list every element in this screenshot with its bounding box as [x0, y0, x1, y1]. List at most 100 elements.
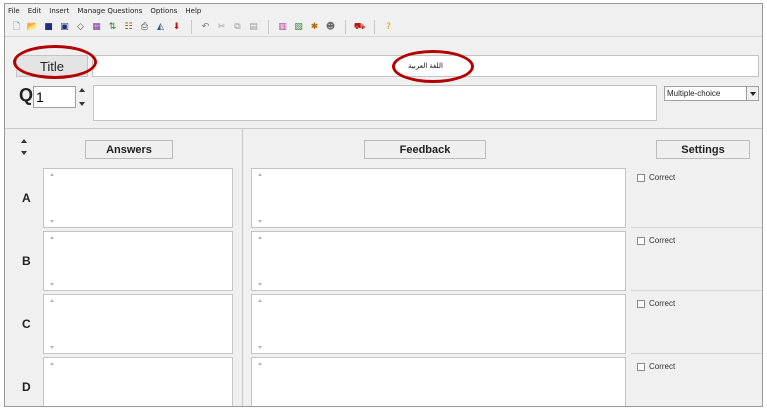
scroll-up-icon[interactable]	[50, 236, 54, 239]
answers-header: Answers	[85, 140, 173, 159]
menu-options[interactable]: Options	[150, 4, 177, 18]
settings-cell: Correct	[631, 231, 762, 291]
scroll-up-icon[interactable]	[258, 236, 262, 239]
scroll-up-icon[interactable]	[50, 362, 54, 365]
save-icon[interactable]: ■	[43, 22, 54, 33]
settings-cell: Correct	[631, 168, 762, 228]
dropdown-toggle[interactable]	[746, 87, 758, 100]
question-text-field[interactable]	[93, 85, 657, 121]
correct-label: Correct	[649, 362, 676, 371]
new-icon[interactable]: 🗋	[11, 22, 22, 33]
paste-icon[interactable]: ▤	[248, 22, 259, 33]
feedback-scrollbar[interactable]	[257, 236, 263, 286]
feedback-header: Feedback	[364, 140, 486, 159]
correct-option[interactable]: Correct	[637, 299, 675, 308]
app-window: File Edit Insert Manage Questions Option…	[4, 3, 763, 407]
feedback-scrollbar[interactable]	[257, 173, 263, 223]
question-number-spinner[interactable]	[77, 88, 86, 106]
spin-up-icon[interactable]	[78, 88, 85, 92]
correct-checkbox[interactable]	[637, 173, 645, 182]
grid-icon[interactable]: ▦	[91, 22, 102, 33]
answer-scrollbar[interactable]	[49, 299, 55, 349]
chevron-down-icon	[749, 91, 756, 96]
feedback-text-field[interactable]	[251, 231, 626, 291]
answer-letter: C	[22, 317, 31, 331]
settings-header: Settings	[656, 140, 750, 159]
scroll-up-icon[interactable]	[50, 299, 54, 302]
print-icon[interactable]: ⎙	[139, 22, 150, 33]
scroll-up-icon[interactable]	[50, 173, 54, 176]
open-icon[interactable]: 📂	[27, 22, 38, 33]
toolbar-separator	[191, 20, 192, 34]
menu-file[interactable]: File	[8, 4, 20, 18]
copy-icon[interactable]: ⧉	[232, 22, 243, 33]
scroll-up-icon[interactable]	[258, 362, 262, 365]
answer-text-field[interactable]	[43, 357, 233, 406]
move-down-icon[interactable]	[20, 151, 27, 155]
import-icon[interactable]: ▧	[293, 22, 304, 33]
question-type-value: Multiple-choice	[667, 89, 721, 98]
menu-manage-questions[interactable]: Manage Questions	[77, 4, 142, 18]
correct-checkbox[interactable]	[637, 236, 645, 245]
numbering-icon[interactable]: ☷	[123, 22, 134, 33]
answer-scrollbar[interactable]	[49, 173, 55, 223]
feedback-text-field[interactable]	[251, 357, 626, 406]
scroll-down-icon[interactable]	[258, 283, 262, 286]
menu-edit[interactable]: Edit	[28, 4, 42, 18]
publish-icon[interactable]: ⛟	[354, 22, 365, 33]
cut-icon[interactable]: ✂	[216, 22, 227, 33]
scroll-up-icon[interactable]	[258, 173, 262, 176]
question-type-select[interactable]: Multiple-choice	[664, 86, 759, 101]
sort-icon[interactable]: ⇅	[107, 22, 118, 33]
answer-text-field[interactable]	[43, 294, 233, 354]
correct-checkbox[interactable]	[637, 299, 645, 308]
scroll-down-icon[interactable]	[258, 220, 262, 223]
answer-scrollbar[interactable]	[49, 362, 55, 406]
question-number-field[interactable]: 1	[33, 86, 76, 108]
menu-insert[interactable]: Insert	[49, 4, 69, 18]
scroll-up-icon[interactable]	[258, 299, 262, 302]
feedback-scrollbar[interactable]	[257, 362, 263, 406]
menu-bar: File Edit Insert Manage Questions Option…	[5, 4, 762, 18]
correct-label: Correct	[649, 299, 676, 308]
feedback-text-field[interactable]	[251, 168, 626, 228]
correct-label: Correct	[649, 173, 676, 182]
toolbar-separator	[345, 20, 346, 34]
spin-down-icon[interactable]	[78, 102, 85, 106]
feedback-text-field[interactable]	[251, 294, 626, 354]
correct-label: Correct	[649, 236, 676, 245]
flow-icon[interactable]: ✱	[309, 22, 320, 33]
user-icon[interactable]: ☻	[325, 22, 336, 33]
scroll-down-icon[interactable]	[258, 346, 262, 349]
question-label: Q	[19, 85, 34, 105]
correct-option[interactable]: Correct	[637, 173, 675, 182]
help-icon[interactable]: ?	[383, 22, 394, 33]
export-icon[interactable]: ◭	[155, 22, 166, 33]
scroll-down-icon[interactable]	[50, 220, 54, 223]
menu-help[interactable]: Help	[185, 4, 201, 18]
scroll-down-icon[interactable]	[50, 283, 54, 286]
undo-icon[interactable]: ↶	[200, 22, 211, 33]
answer-text-field[interactable]	[43, 231, 233, 291]
answer-scrollbar[interactable]	[49, 236, 55, 286]
toolbar: 🗋 📂 ■ ▣ ◇ ▦ ⇅ ☷ ⎙ ◭ ⬇ ↶ ✂ ⧉ ▤ ▥ ▧ ✱ ☻ ⛟?	[5, 18, 762, 37]
answer-letter: D	[22, 380, 31, 394]
reorder-answers-spinner[interactable]	[19, 139, 28, 155]
download-icon[interactable]: ⬇	[171, 22, 182, 33]
move-up-icon[interactable]	[20, 139, 27, 143]
settings-cell: Correct	[631, 357, 762, 406]
correct-option[interactable]: Correct	[637, 236, 675, 245]
title-input[interactable]: اللغة العربية	[92, 55, 759, 77]
scroll-down-icon[interactable]	[50, 346, 54, 349]
correct-checkbox[interactable]	[637, 362, 645, 371]
feedback-scrollbar[interactable]	[257, 299, 263, 349]
insert-question-icon[interactable]: ▥	[277, 22, 288, 33]
correct-option[interactable]: Correct	[637, 362, 675, 371]
answer-text-field[interactable]	[43, 168, 233, 228]
toolbar-separator	[374, 20, 375, 34]
diamond-icon[interactable]: ◇	[75, 22, 86, 33]
answer-letter: B	[22, 254, 31, 268]
column-divider	[242, 129, 243, 406]
save-as-icon[interactable]: ▣	[59, 22, 70, 33]
title-label: Title	[16, 55, 88, 77]
